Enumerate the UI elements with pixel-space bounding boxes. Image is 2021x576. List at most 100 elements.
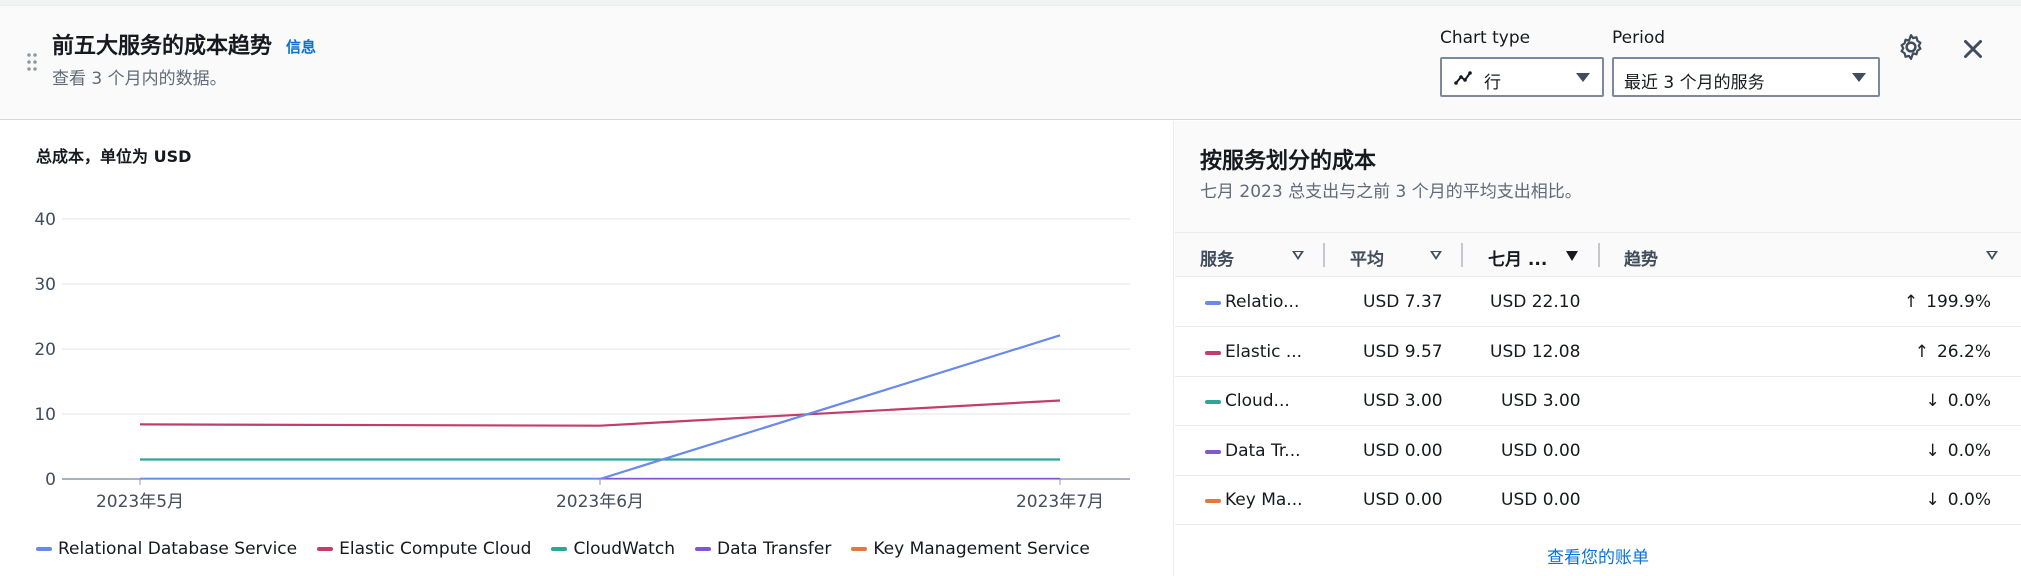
widget-header: 前五大服务的成本趋势 信息 查看 3 个月内的数据。 Chart type 行 … bbox=[0, 6, 2021, 120]
x-tick-label: 2023年6月 bbox=[556, 492, 644, 512]
series-swatch bbox=[1205, 400, 1221, 404]
column-divider bbox=[1323, 243, 1325, 267]
cell-month: USD 0.00 bbox=[1501, 441, 1581, 461]
legend-item[interactable]: Elastic Compute Cloud bbox=[317, 539, 531, 559]
close-icon[interactable] bbox=[1958, 34, 1988, 64]
series-swatch bbox=[1205, 499, 1221, 503]
column-divider bbox=[1598, 243, 1600, 267]
cell-trend: ↓ 0.0% bbox=[1926, 441, 1991, 461]
cell-month: USD 12.08 bbox=[1490, 342, 1581, 362]
column-header-trend[interactable]: 趋势 bbox=[1624, 245, 1658, 270]
arrow-up-icon: ↑ bbox=[1903, 292, 1919, 312]
breakdown-header: 按服务划分的成本 七月 2023 总支出与之前 3 个月的平均支出相比。 bbox=[1175, 121, 2021, 233]
period-label: Period bbox=[1612, 28, 1666, 48]
table-row[interactable]: Elastic ... USD 9.57 USD 12.08 ↑ 26.2% bbox=[1175, 328, 2021, 377]
sort-icon[interactable] bbox=[1986, 251, 1998, 260]
column-header-month[interactable]: 七月 ... bbox=[1488, 245, 1547, 270]
legend-item[interactable]: Key Management Service bbox=[851, 539, 1090, 559]
x-tick-label: 2023年7月 bbox=[1016, 492, 1104, 512]
series-swatch bbox=[1205, 450, 1221, 454]
table-row[interactable]: Relatio... USD 7.37 USD 22.10 ↑ 199.9% bbox=[1175, 278, 2021, 327]
chart-type-value: 行 bbox=[1484, 73, 1501, 93]
chart-panel: 总成本，单位为 USD 0 10 20 30 40 2023年5月 2023年6月 2023年… bbox=[0, 121, 1174, 576]
breakdown-subtitle: 七月 2023 总支出与之前 3 个月的平均支出相比。 bbox=[1200, 182, 1582, 202]
table-row[interactable]: Key Ma... USD 0.00 USD 0.00 ↓ 0.0% bbox=[1175, 476, 2021, 525]
cell-trend: ↑ 26.2% bbox=[1915, 342, 1991, 362]
cell-service: Key Ma... bbox=[1225, 490, 1303, 510]
breakdown-title: 按服务划分的成本 bbox=[1200, 149, 1377, 174]
chart-type-select[interactable]: 行 bbox=[1440, 57, 1604, 97]
trend-value: 26.2% bbox=[1936, 342, 1991, 362]
chevron-down-icon bbox=[1852, 73, 1866, 82]
cell-average: USD 9.57 bbox=[1363, 342, 1443, 362]
cell-service: Relatio... bbox=[1225, 292, 1300, 312]
legend-swatch bbox=[551, 547, 568, 551]
legend-label: Elastic Compute Cloud bbox=[339, 539, 532, 559]
cell-average: USD 0.00 bbox=[1363, 490, 1443, 510]
table-row[interactable]: Cloud... USD 3.00 USD 3.00 ↓ 0.0% bbox=[1175, 377, 2021, 426]
trend-value: 0.0% bbox=[1947, 391, 1991, 411]
info-link[interactable]: 信息 bbox=[286, 36, 316, 57]
cell-service: Elastic ... bbox=[1225, 342, 1303, 362]
drag-handle-icon[interactable] bbox=[26, 52, 38, 72]
arrow-down-icon: ↓ bbox=[1925, 391, 1940, 411]
y-tick-label: 10 bbox=[34, 405, 56, 425]
arrow-down-icon: ↓ bbox=[1925, 441, 1940, 461]
legend-label: Key Management Service bbox=[873, 539, 1090, 559]
cell-service: Cloud... bbox=[1225, 391, 1290, 411]
chevron-down-icon bbox=[1576, 73, 1590, 82]
cell-trend: ↓ 0.0% bbox=[1926, 490, 1991, 510]
trend-value: 0.0% bbox=[1947, 441, 1991, 461]
breakdown-panel: 按服务划分的成本 七月 2023 总支出与之前 3 个月的平均支出相比。 服务 … bbox=[1175, 121, 2021, 576]
legend-label: Relational Database Service bbox=[58, 539, 298, 559]
cell-trend: ↑ 199.9% bbox=[1904, 292, 1991, 312]
trend-value: 0.0% bbox=[1947, 490, 1991, 510]
cell-average: USD 0.00 bbox=[1363, 441, 1443, 461]
table-row[interactable]: Data Tr... USD 0.00 USD 0.00 ↓ 0.0% bbox=[1175, 427, 2021, 476]
sort-icon[interactable] bbox=[1430, 251, 1442, 260]
y-tick-label: 40 bbox=[34, 210, 56, 230]
arrow-up-icon: ↑ bbox=[1914, 342, 1929, 362]
column-divider bbox=[1461, 243, 1463, 267]
trend-value: 199.9% bbox=[1926, 292, 1991, 312]
legend-swatch bbox=[36, 547, 52, 551]
widget-subtitle: 查看 3 个月内的数据。 bbox=[52, 69, 227, 89]
cell-average: USD 7.37 bbox=[1363, 292, 1443, 312]
cell-service: Data Tr... bbox=[1225, 441, 1301, 461]
legend-label: Data Transfer bbox=[716, 539, 832, 559]
gear-icon[interactable] bbox=[1896, 32, 1926, 62]
legend-label: CloudWatch bbox=[573, 539, 675, 559]
column-header-service[interactable]: 服务 bbox=[1200, 245, 1234, 270]
legend-swatch bbox=[851, 547, 868, 551]
y-tick-label: 30 bbox=[34, 275, 56, 295]
table-header: 服务 平均 七月 ... 趋势 bbox=[1175, 233, 2021, 277]
period-value: 最近 3 个月的服务 bbox=[1624, 73, 1765, 93]
widget-title: 前五大服务的成本趋势 bbox=[52, 34, 273, 59]
y-tick-label: 20 bbox=[34, 340, 56, 360]
legend-swatch bbox=[694, 547, 711, 551]
cell-average: USD 3.00 bbox=[1363, 391, 1443, 411]
view-bill-link[interactable]: 查看您的账单 bbox=[1175, 543, 2021, 568]
series-line-elastic-compute-cloud bbox=[139, 399, 1061, 427]
series-swatch bbox=[1205, 301, 1221, 305]
sort-icon[interactable] bbox=[1566, 251, 1578, 261]
y-tick-label: 0 bbox=[45, 470, 56, 490]
legend-item[interactable]: CloudWatch bbox=[551, 539, 675, 559]
chart-legend: Relational Database Service Elastic Compu… bbox=[36, 537, 1110, 561]
period-select[interactable]: 最近 3 个月的服务 bbox=[1612, 57, 1880, 97]
cell-month: USD 22.10 bbox=[1490, 292, 1581, 312]
sort-icon[interactable] bbox=[1292, 251, 1304, 260]
arrow-down-icon: ↓ bbox=[1925, 490, 1940, 510]
series-swatch bbox=[1205, 351, 1221, 355]
cell-month: USD 0.00 bbox=[1501, 490, 1581, 510]
chart-type-label: Chart type bbox=[1440, 28, 1531, 48]
legend-item[interactable]: Data Transfer bbox=[694, 539, 832, 559]
cell-trend: ↓ 0.0% bbox=[1926, 391, 1991, 411]
cell-month: USD 3.00 bbox=[1501, 391, 1581, 411]
x-tick-label: 2023年5月 bbox=[96, 492, 184, 512]
legend-item[interactable]: Relational Database Service bbox=[36, 539, 297, 559]
line-chart-icon bbox=[1454, 69, 1472, 91]
column-header-average[interactable]: 平均 bbox=[1350, 245, 1384, 270]
line-chart: 0 10 20 30 40 2023年5月 2023年6月 2023年7月 bbox=[34, 210, 1130, 512]
legend-swatch bbox=[317, 547, 334, 551]
